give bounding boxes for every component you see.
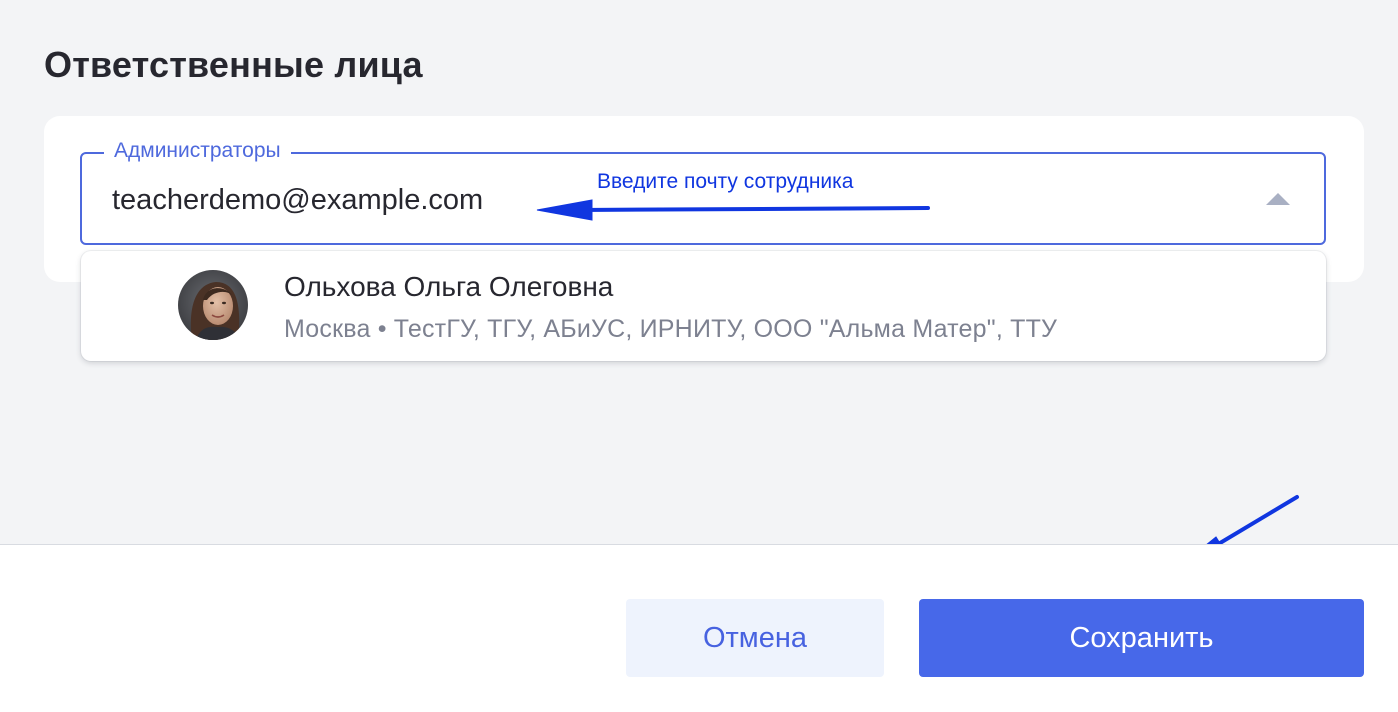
admins-field-label: Администраторы: [104, 138, 291, 164]
page-title: Ответственные лица: [44, 44, 423, 85]
avatar: [178, 270, 248, 340]
suggestion-meta: Москва • ТестГУ, ТГУ, АБиУС, ИРНИТУ, ООО…: [284, 315, 1058, 343]
cancel-button[interactable]: Отмена: [626, 599, 884, 677]
caret-up-icon[interactable]: [1266, 193, 1290, 205]
annotation-label: Введите почту сотрудника: [597, 170, 854, 193]
suggestion-option[interactable]: Ольхова Ольга Олеговна Москва • ТестГУ, …: [81, 251, 1326, 361]
save-button[interactable]: Сохранить: [919, 599, 1364, 677]
suggestions-dropdown: Ольхова Ольга Олеговна Москва • ТестГУ, …: [81, 251, 1326, 361]
admin-email-input[interactable]: [112, 178, 672, 222]
suggestion-name: Ольхова Ольга Олеговна: [284, 271, 614, 302]
